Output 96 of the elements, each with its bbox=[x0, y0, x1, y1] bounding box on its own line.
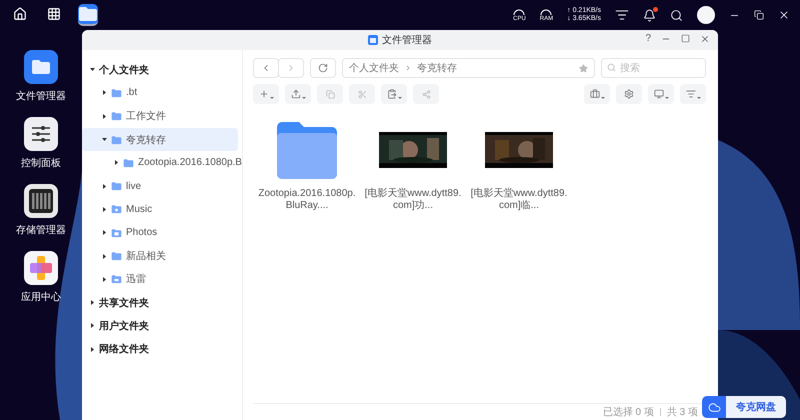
chevron-icon bbox=[404, 64, 412, 72]
close-icon[interactable] bbox=[778, 9, 790, 21]
tree-item[interactable]: 夸克转存 bbox=[82, 128, 238, 152]
restore-icon[interactable] bbox=[754, 10, 764, 20]
storage-icon bbox=[28, 188, 54, 214]
window-title: 文件管理器 bbox=[382, 34, 432, 47]
file-manager-taskbar-icon[interactable] bbox=[78, 4, 98, 26]
sort-button[interactable] bbox=[680, 84, 706, 104]
plus-icon bbox=[258, 89, 268, 99]
expand-arrow-icon[interactable] bbox=[102, 206, 107, 212]
notification-button[interactable] bbox=[643, 8, 656, 22]
sort-icon bbox=[686, 89, 696, 99]
tree-item[interactable]: 迅雷 bbox=[82, 268, 238, 291]
upload-icon bbox=[290, 89, 300, 99]
folder-icon bbox=[78, 6, 98, 22]
expand-arrow-icon[interactable] bbox=[102, 230, 107, 236]
desktop-app-label: 应用中心 bbox=[21, 290, 61, 304]
expand-arrow-icon[interactable] bbox=[90, 323, 95, 328]
folder-icon bbox=[123, 158, 134, 168]
apps-icon bbox=[28, 255, 54, 281]
folder-icon bbox=[111, 251, 122, 262]
search-field[interactable]: 搜索 bbox=[601, 58, 706, 78]
desktop-app-label: 文件管理器 bbox=[16, 90, 66, 103]
tree-item[interactable]: .bt bbox=[82, 81, 238, 105]
share-icon bbox=[422, 90, 430, 98]
new-button[interactable] bbox=[253, 84, 279, 104]
photo-folder-icon bbox=[111, 228, 122, 238]
folder-icon bbox=[111, 88, 122, 98]
expand-arrow-icon[interactable] bbox=[102, 114, 107, 119]
folder-icon bbox=[111, 111, 122, 122]
maximize-icon[interactable] bbox=[681, 34, 690, 43]
path-field[interactable]: 个人文件夹 夸克转存 bbox=[342, 58, 595, 78]
music-folder-icon bbox=[111, 204, 122, 214]
tree-item[interactable]: 用户文件夹 bbox=[82, 314, 238, 338]
sliders-icon bbox=[30, 125, 52, 143]
cloud-icon bbox=[708, 400, 720, 414]
desktop-app-icon[interactable] bbox=[24, 117, 58, 151]
expand-arrow-icon[interactable] bbox=[102, 254, 107, 259]
refresh-icon bbox=[318, 63, 328, 73]
expand-arrow-icon[interactable] bbox=[102, 276, 107, 282]
folder-icon bbox=[111, 134, 122, 145]
menu-icon[interactable] bbox=[615, 8, 629, 22]
settings-button[interactable] bbox=[616, 84, 642, 104]
expand-arrow-icon[interactable] bbox=[90, 346, 95, 352]
expand-arrow-icon[interactable] bbox=[114, 160, 119, 166]
tree-item[interactable]: Music bbox=[82, 198, 238, 222]
tools-button[interactable] bbox=[584, 84, 610, 104]
search-icon[interactable] bbox=[670, 8, 683, 22]
expand-arrow-icon[interactable] bbox=[102, 184, 107, 189]
briefcase-icon bbox=[590, 89, 600, 99]
breadcrumb-item[interactable]: 个人文件夹 bbox=[349, 61, 399, 75]
collapse-arrow-icon[interactable] bbox=[90, 67, 95, 72]
scissors-icon bbox=[358, 90, 366, 98]
selection-count: 已选择 0 项 bbox=[602, 406, 654, 419]
paste-icon bbox=[386, 89, 396, 99]
search-icon bbox=[607, 63, 616, 72]
star-icon[interactable] bbox=[579, 64, 588, 72]
settings-icon bbox=[624, 89, 634, 99]
bell-icon bbox=[643, 8, 656, 22]
file-name[interactable]: [电影天堂www.dytt89.com]临... bbox=[469, 188, 569, 212]
desktop-app-icon[interactable] bbox=[24, 184, 58, 218]
folder-icon bbox=[111, 181, 122, 192]
help-button[interactable]: ? bbox=[645, 33, 651, 44]
ram-gauge-icon bbox=[540, 8, 552, 16]
file-name[interactable]: Zootopia.2016.1080p.BluRay.... bbox=[257, 188, 357, 212]
folder-icon bbox=[31, 59, 51, 75]
copy-icon bbox=[326, 90, 334, 98]
tree-item[interactable]: 新品相关 bbox=[82, 244, 238, 268]
download-folder-icon bbox=[111, 274, 122, 284]
desktop-app-label: 控制面板 bbox=[21, 156, 61, 170]
close-icon[interactable] bbox=[700, 34, 710, 44]
tree-item[interactable]: 工作文件 bbox=[82, 104, 238, 128]
breadcrumb-item[interactable]: 夸克转存 bbox=[417, 61, 457, 75]
avatar[interactable] bbox=[697, 6, 715, 24]
tree-item[interactable]: live bbox=[82, 174, 238, 198]
item-count: 共 3 项 bbox=[666, 406, 698, 419]
tree-item[interactable]: 网络文件夹 bbox=[82, 338, 238, 361]
desktop-app-label: 存储管理器 bbox=[16, 224, 66, 237]
cpu-gauge-icon bbox=[513, 8, 526, 16]
desktop-app-icon[interactable] bbox=[24, 251, 58, 285]
refresh-button[interactable] bbox=[310, 58, 336, 78]
collapse-arrow-icon[interactable] bbox=[102, 137, 107, 142]
file-name[interactable]: [电影天堂www.dytt89.com]功... bbox=[363, 188, 463, 212]
tree-item[interactable]: 共享文件夹 bbox=[82, 290, 238, 314]
cloud-drive-button[interactable]: 夸克网盘 bbox=[702, 396, 786, 418]
tree-item[interactable]: 个人文件夹 bbox=[82, 58, 238, 82]
desktop-app-icon[interactable] bbox=[24, 50, 58, 84]
folder-icon bbox=[275, 121, 339, 179]
upload-button[interactable] bbox=[285, 84, 311, 104]
folder-icon bbox=[368, 35, 378, 45]
monitor-icon bbox=[654, 89, 664, 99]
paste-button[interactable] bbox=[381, 84, 407, 104]
tree-item[interactable]: Photos bbox=[82, 221, 238, 244]
expand-arrow-icon[interactable] bbox=[102, 90, 107, 96]
expand-arrow-icon[interactable] bbox=[90, 300, 95, 306]
view-button[interactable] bbox=[648, 84, 674, 104]
